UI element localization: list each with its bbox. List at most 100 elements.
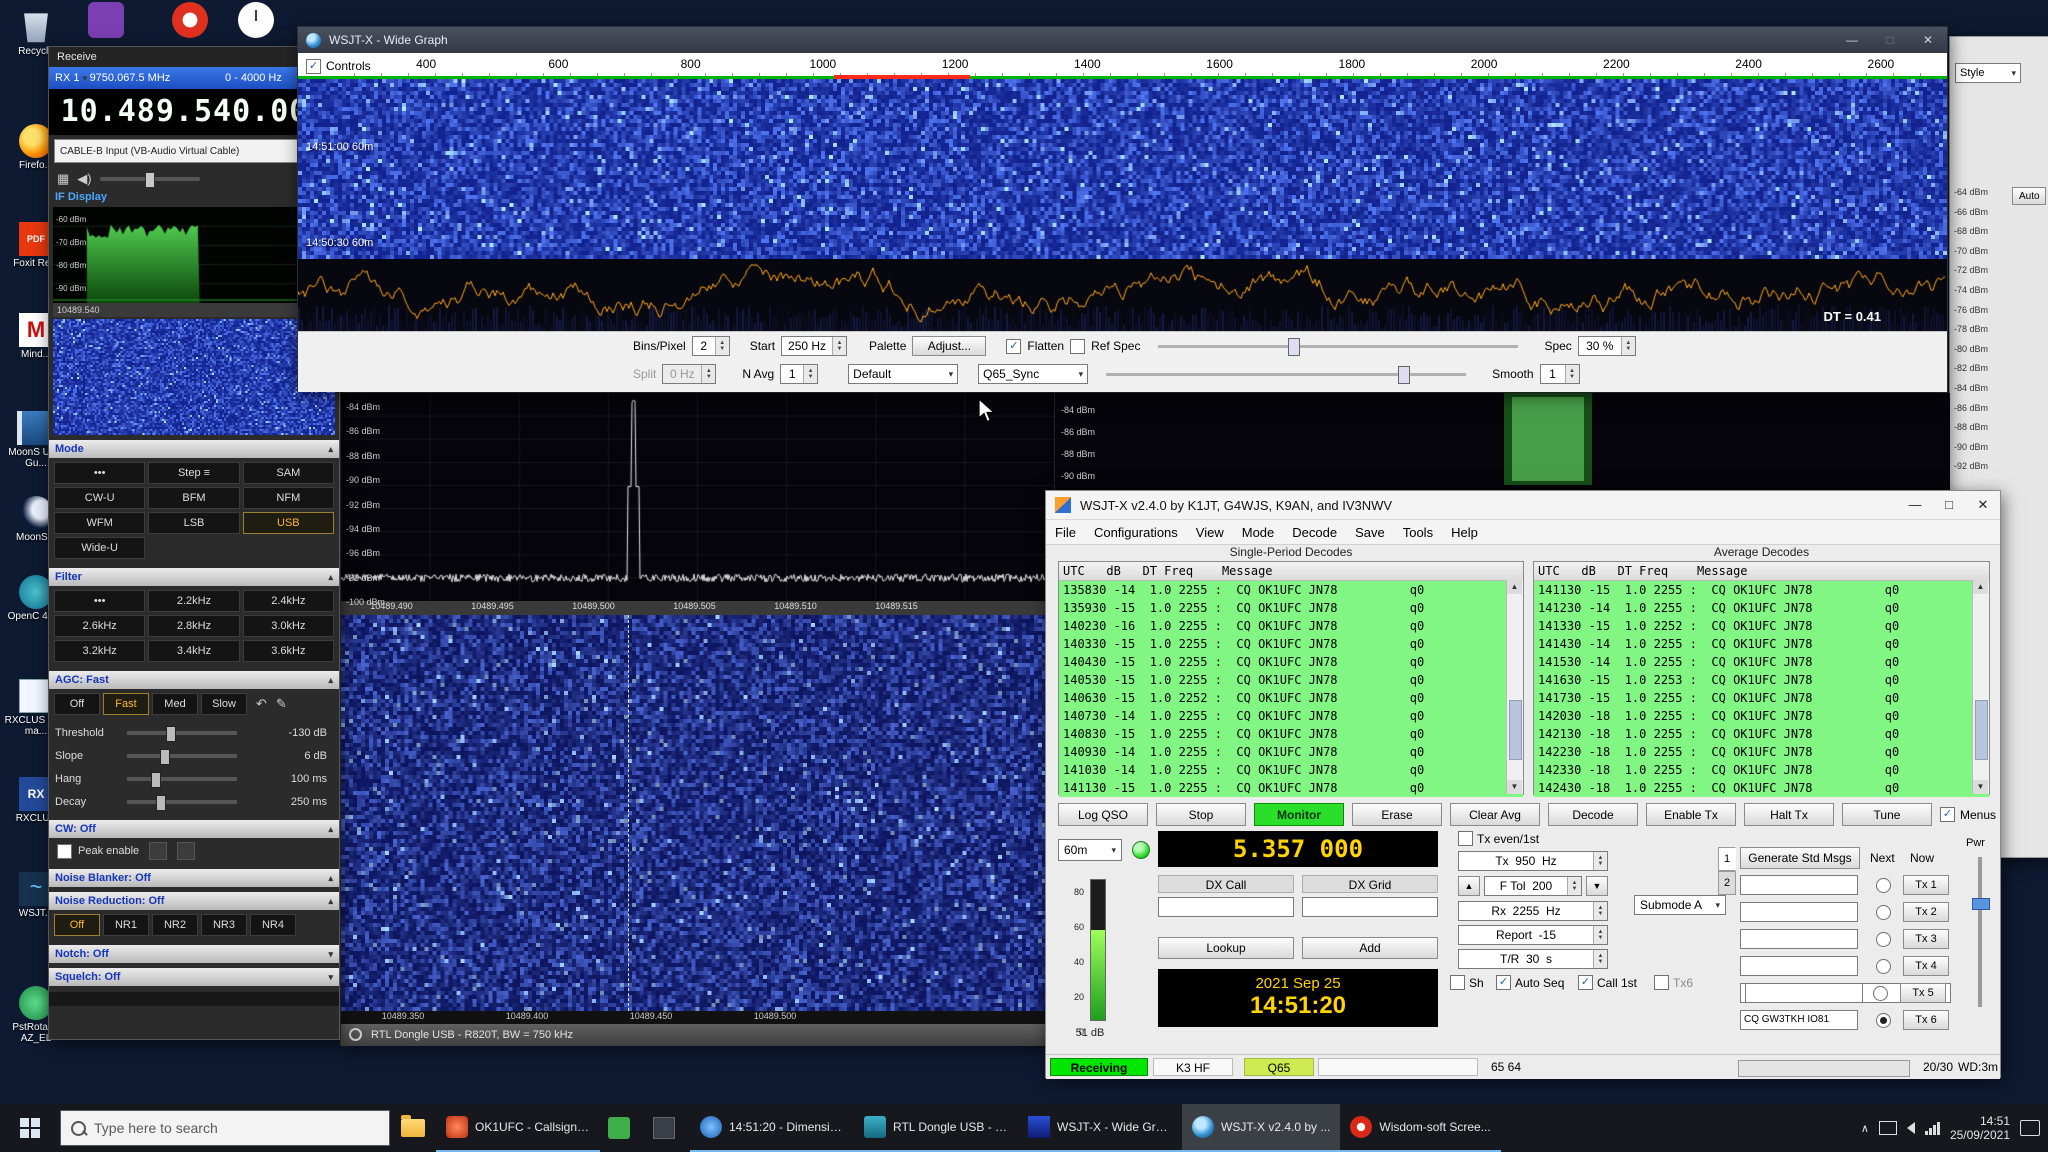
slider-handle[interactable]	[151, 772, 161, 788]
add-button[interactable]: Add	[1302, 937, 1438, 959]
cw-option-button[interactable]	[149, 842, 167, 860]
filter-button[interactable]: 2.4kHz	[243, 590, 334, 612]
start-spinner[interactable]: 250 Hz▲▼	[781, 336, 847, 356]
mode-button[interactable]: BFM	[148, 487, 239, 509]
menus-checkbox[interactable]	[1940, 807, 1955, 822]
record-icon[interactable]	[349, 1028, 362, 1041]
dx-grid-input[interactable]	[1302, 897, 1438, 917]
menu-item[interactable]: Save	[1346, 525, 1394, 540]
waterfall-mode-select[interactable]: Q65_Sync▾	[978, 364, 1088, 384]
power-slider[interactable]	[1972, 857, 1988, 1007]
taskbar-app-button[interactable]: Wisdom-soft Scree...	[1340, 1104, 1500, 1152]
section-header-cw[interactable]: CW: Off ▴	[49, 820, 339, 838]
scrollbar-thumb[interactable]	[1975, 700, 1988, 760]
agc-button[interactable]: Fast	[103, 693, 149, 715]
tx-now-button[interactable]: Tx 3	[1903, 929, 1949, 949]
tx-next-radio[interactable]	[1876, 1013, 1891, 1028]
taskbar-search[interactable]: Type here to search	[60, 1110, 390, 1146]
mode-button[interactable]: CW-U	[54, 487, 145, 509]
flatten-checkbox[interactable]	[1006, 339, 1021, 354]
scroll-up-icon[interactable]: ▲	[1973, 580, 1988, 594]
nr-button[interactable]: Off	[54, 914, 100, 936]
tx-now-button[interactable]: Tx 2	[1903, 902, 1949, 922]
collapse-icon[interactable]: ▴	[328, 440, 333, 458]
cw-option-button[interactable]	[177, 842, 195, 860]
nr-button[interactable]: NR2	[152, 914, 198, 936]
filter-button[interactable]: •••	[54, 590, 145, 612]
filter-button[interactable]: 3.2kHz	[54, 640, 145, 662]
taskbar-app-button[interactable]: WSJT-X v2.4.0 by ...	[1182, 1104, 1340, 1152]
scrollbar[interactable]: ▲ ▼	[1972, 580, 1989, 794]
taskbar-app-button[interactable]: 14:51:20 - Dimensio...	[690, 1104, 854, 1152]
decode-row[interactable]: 140730 -14 1.0 2255 : CQ OK1UFC JN78 q0	[1059, 707, 1523, 725]
main-button[interactable]: Tune	[1842, 803, 1932, 826]
maximize-button[interactable]: □	[1932, 491, 1966, 519]
expand-icon[interactable]: ▾	[328, 968, 333, 986]
tx-next-radio[interactable]	[1876, 905, 1891, 920]
decode-row[interactable]: 142030 -18 1.0 2255 : CQ OK1UFC JN78 q0	[1534, 707, 1989, 725]
minimize-button[interactable]: —	[1833, 27, 1871, 53]
tx-next-radio[interactable]	[1876, 959, 1891, 974]
main-button[interactable]: Clear Avg	[1450, 803, 1540, 826]
main-button[interactable]: Erase	[1352, 803, 1442, 826]
taskbar-app-button[interactable]: OK1UFC - Callsign ...	[436, 1104, 600, 1152]
tx-now-button[interactable]: Tx 5	[1900, 983, 1946, 1003]
main-button[interactable]: Stop	[1156, 803, 1246, 826]
main-button[interactable]: Enable Tx	[1646, 803, 1736, 826]
vfo-frequency-display[interactable]: 10.489.540.000	[49, 89, 339, 135]
rx-header-bar[interactable]: RX 1 ▾ 9750.067.5 MHz 0 - 4000 Hz	[49, 67, 339, 89]
ref-spec-checkbox[interactable]	[1070, 339, 1085, 354]
section-header-squelch[interactable]: Squelch: Off ▾	[49, 968, 339, 986]
scroll-up-icon[interactable]: ▲	[1507, 580, 1522, 594]
decode-row[interactable]: 141730 -15 1.0 2255 : CQ OK1UFC JN78 q0	[1534, 689, 1989, 707]
tx6-checkbox[interactable]	[1654, 975, 1669, 990]
mode-button[interactable]: Step ≡	[148, 462, 239, 484]
tx-message-field[interactable]	[1740, 875, 1858, 895]
tx-freq-spinner[interactable]: Tx 950 Hz▲▼	[1458, 851, 1608, 871]
message-tab[interactable]: 2	[1718, 871, 1736, 895]
wide-waterfall[interactable]: 14:51:00 60m 14:50:30 60m	[298, 79, 1947, 259]
menu-item[interactable]: View	[1187, 525, 1233, 540]
filter-button[interactable]: 2.6kHz	[54, 615, 145, 637]
main-button[interactable]: Log QSO	[1058, 803, 1148, 826]
dx-call-input[interactable]	[1158, 897, 1294, 917]
ftol-up-button[interactable]: ▲	[1458, 876, 1480, 896]
wsjtx-titlebar[interactable]: WSJT-X v2.4.0 by K1JT, G4WJS, K9AN, and …	[1046, 491, 2000, 520]
audio-input-select[interactable]: CABLE-B Input (VB-Audio Virtual Cable) ▾	[54, 139, 334, 163]
decode-row[interactable]: 141630 -15 1.0 2253 : CQ OK1UFC JN78 q0	[1534, 671, 1989, 689]
receive-window-title[interactable]: Receive	[49, 47, 339, 67]
decode-row[interactable]: 140630 -15 1.0 2252 : CQ OK1UFC JN78 q0	[1059, 689, 1523, 707]
mode-button[interactable]: WFM	[54, 512, 145, 534]
filter-button[interactable]: 2.2kHz	[148, 590, 239, 612]
scrollbar-thumb[interactable]	[1509, 700, 1522, 760]
frequency-ruler[interactable]: Controls 4006008001000120014001600180020…	[298, 53, 1947, 79]
filter-button[interactable]: 3.4kHz	[148, 640, 239, 662]
slider-handle[interactable]	[156, 795, 166, 811]
gain-slider[interactable]	[1158, 337, 1518, 355]
speaker-icon[interactable]	[1907, 1122, 1915, 1134]
scroll-down-icon[interactable]: ▼	[1507, 780, 1522, 794]
menu-item[interactable]: Decode	[1283, 525, 1346, 540]
main-button[interactable]: Monitor	[1254, 803, 1344, 826]
filter-button[interactable]: 3.0kHz	[243, 615, 334, 637]
decode-row[interactable]: 142130 -18 1.0 2255 : CQ OK1UFC JN78 q0	[1534, 725, 1989, 743]
call-1st-checkbox[interactable]	[1578, 975, 1593, 990]
tx-next-radio[interactable]	[1873, 986, 1888, 1001]
slider[interactable]	[127, 777, 237, 781]
auto-range-button[interactable]: Auto	[2012, 187, 2046, 205]
main-button[interactable]: Decode	[1548, 803, 1638, 826]
display-icon[interactable]	[1879, 1121, 1897, 1135]
tx-now-button[interactable]: Tx 1	[1903, 875, 1949, 895]
collapse-icon[interactable]: ▴	[328, 869, 333, 887]
tx-now-button[interactable]: Tx 4	[1903, 956, 1949, 976]
tx-next-radio[interactable]	[1876, 932, 1891, 947]
agc-button[interactable]: Med	[152, 693, 198, 715]
taskbar-app-button[interactable]	[600, 1104, 645, 1152]
n-avg-spinner[interactable]: 1▲▼	[780, 364, 818, 384]
decode-row[interactable]: 140430 -15 1.0 2255 : CQ OK1UFC JN78 q0	[1059, 653, 1523, 671]
desktop-icon-purple-app[interactable]	[88, 2, 124, 38]
agc-button[interactable]: Off	[54, 693, 100, 715]
mode-button[interactable]: •••	[54, 462, 145, 484]
decode-row[interactable]: 140930 -14 1.0 2255 : CQ OK1UFC JN78 q0	[1059, 743, 1523, 761]
report-spinner[interactable]: Report -15▲▼	[1458, 925, 1608, 945]
